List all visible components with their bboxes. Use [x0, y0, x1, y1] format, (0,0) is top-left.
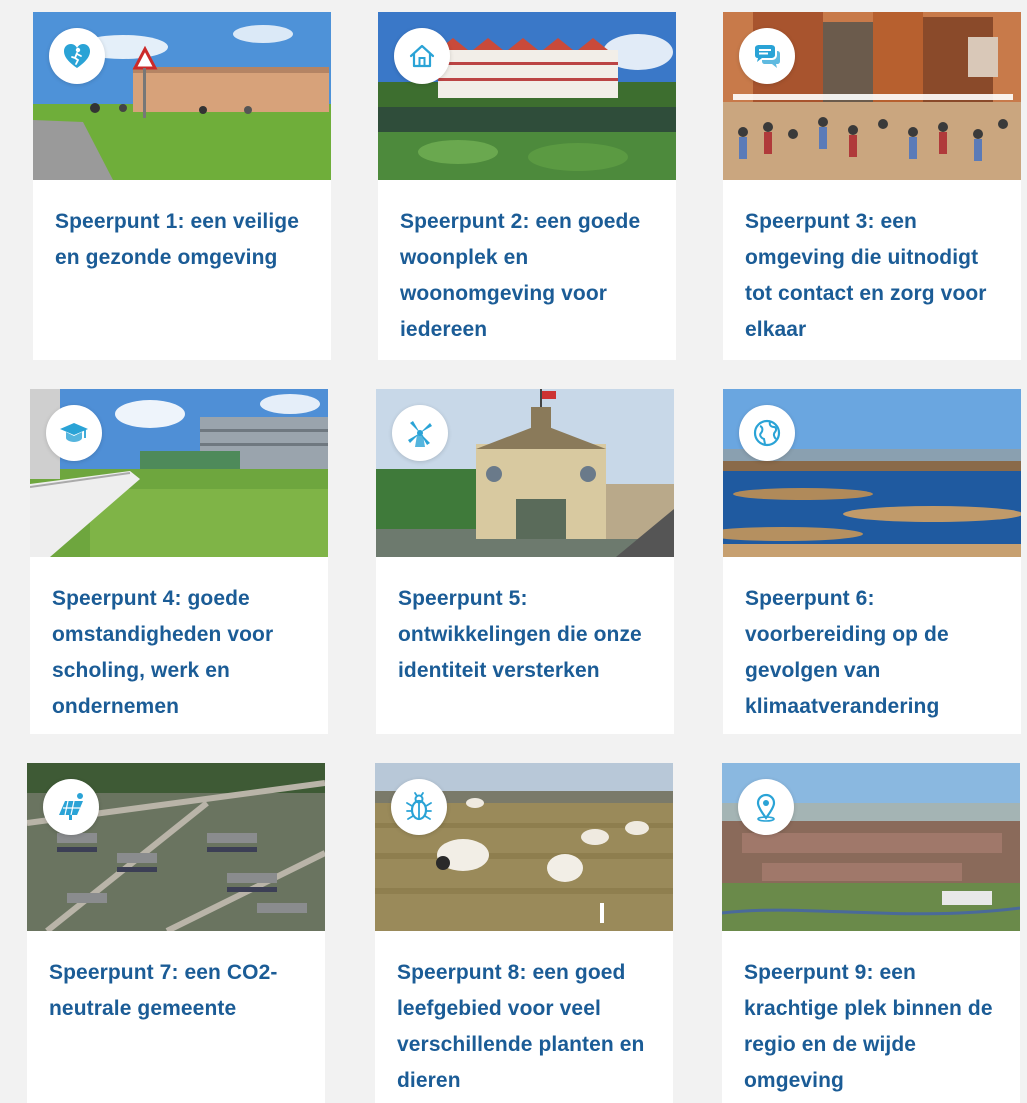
card-speerpunt-2[interactable]: Speerpunt 2: een goede woonplek en woono… — [378, 12, 676, 360]
location-pin-icon — [756, 793, 776, 822]
card-title: Speerpunt 6: voorbereiding op de gevolge… — [745, 587, 949, 718]
card-title: Speerpunt 1: een veilige en gezonde omge… — [55, 210, 299, 269]
windmill-icon — [408, 421, 432, 447]
card-speerpunt-5[interactable]: Speerpunt 5: ontwikkelingen die onze ide… — [376, 389, 674, 734]
card-title: Speerpunt 7: een CO2-neutrale gemeente — [49, 961, 278, 1020]
badge-house — [394, 28, 450, 84]
badge-chat — [739, 28, 795, 84]
badge-globe — [739, 405, 795, 461]
card-title: Speerpunt 9: een krachtige plek binnen d… — [744, 961, 993, 1092]
badge-heart-runner — [49, 28, 105, 84]
badge-graduation — [46, 405, 102, 461]
card-title: Speerpunt 3: een omgeving die uitnodigt … — [745, 210, 987, 341]
card-title: Speerpunt 8: een goed leefgebied voor ve… — [397, 961, 645, 1092]
beetle-icon — [406, 792, 432, 821]
house-icon — [409, 44, 435, 68]
card-speerpunt-6[interactable]: Speerpunt 6: voorbereiding op de gevolge… — [723, 389, 1021, 734]
chat-bubbles-icon — [755, 45, 780, 68]
card-speerpunt-8[interactable]: Speerpunt 8: een goed leefgebied voor ve… — [375, 763, 673, 1103]
card-title: Speerpunt 2: een goede woonplek en woono… — [400, 210, 641, 341]
card-title: Speerpunt 4: goede omstandigheden voor s… — [52, 587, 274, 718]
badge-location-pin — [738, 779, 794, 835]
badge-windmill — [392, 405, 448, 461]
solar-panel-icon — [59, 793, 83, 820]
card-speerpunt-9[interactable]: Speerpunt 9: een krachtige plek binnen d… — [722, 763, 1020, 1103]
card-speerpunt-7[interactable]: Speerpunt 7: een CO2-neutrale gemeente — [27, 763, 325, 1103]
badge-solar — [43, 779, 99, 835]
heart-runner-icon — [64, 44, 90, 68]
card-speerpunt-3[interactable]: Speerpunt 3: een omgeving die uitnodigt … — [723, 12, 1021, 360]
speerpunten-grid: Speerpunt 1: een veilige en gezonde omge… — [0, 0, 1027, 1103]
graduation-cap-icon — [60, 423, 88, 442]
card-title: Speerpunt 5: ontwikkelingen die onze ide… — [398, 587, 642, 682]
card-speerpunt-4[interactable]: Speerpunt 4: goede omstandigheden voor s… — [30, 389, 328, 734]
card-speerpunt-1[interactable]: Speerpunt 1: een veilige en gezonde omge… — [33, 12, 331, 360]
globe-icon — [753, 419, 781, 447]
badge-beetle — [391, 779, 447, 835]
